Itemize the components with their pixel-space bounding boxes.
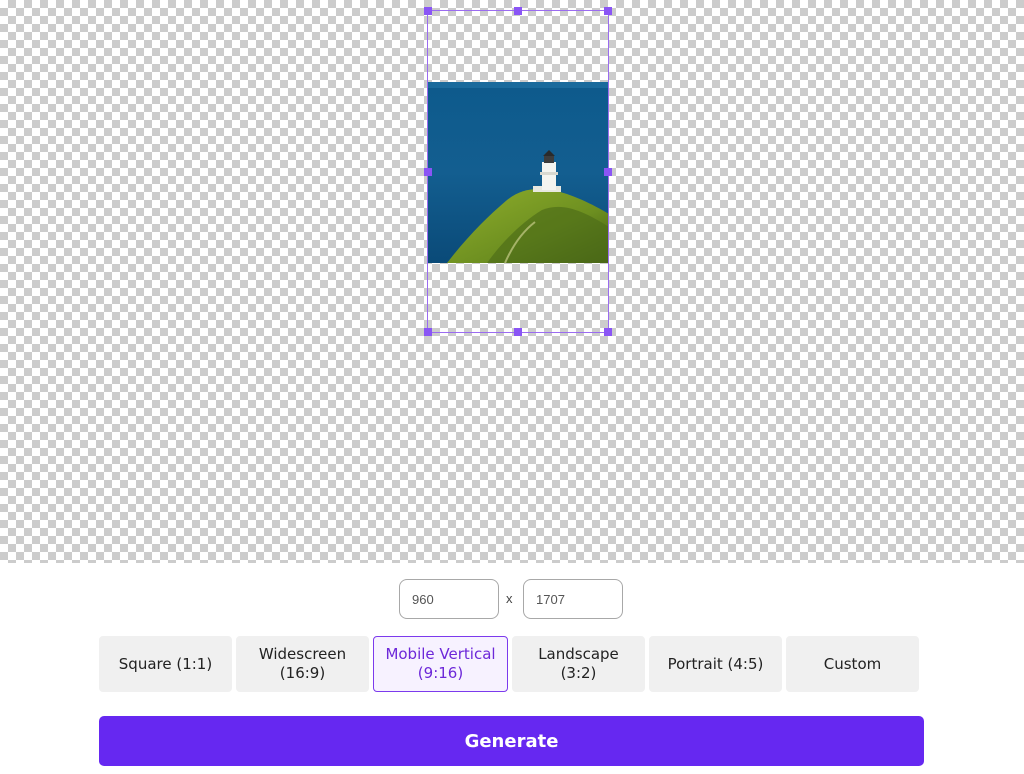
crop-handle-right[interactable]	[604, 167, 612, 176]
generate-button[interactable]: Generate	[99, 716, 924, 766]
width-input[interactable]	[399, 579, 499, 619]
preset-square-button[interactable]: Square (1:1)	[99, 636, 232, 692]
transparent-canvas	[0, 0, 1024, 563]
crop-handle-left[interactable]	[424, 167, 432, 176]
preset-mobile-vertical-button[interactable]: Mobile Vertical (9:16)	[373, 636, 508, 692]
dimension-separator: x	[506, 591, 513, 606]
height-input[interactable]	[523, 579, 623, 619]
crop-handle-top[interactable]	[514, 7, 522, 15]
crop-handle-top-left[interactable]	[424, 7, 432, 15]
preset-widescreen-button[interactable]: Widescreen (16:9)	[236, 636, 369, 692]
crop-handle-bottom[interactable]	[514, 328, 522, 336]
preset-portrait-button[interactable]: Portrait (4:5)	[649, 636, 782, 692]
resize-controls: x Square (1:1) Widescreen (16:9) Mobile …	[0, 563, 1024, 774]
preset-custom-button[interactable]: Custom	[786, 636, 919, 692]
preset-landscape-button[interactable]: Landscape (3:2)	[512, 636, 645, 692]
crop-handle-bottom-right[interactable]	[604, 328, 612, 336]
crop-frame[interactable]	[424, 7, 612, 336]
crop-handle-bottom-left[interactable]	[424, 328, 432, 336]
crop-handle-top-right[interactable]	[604, 7, 612, 15]
